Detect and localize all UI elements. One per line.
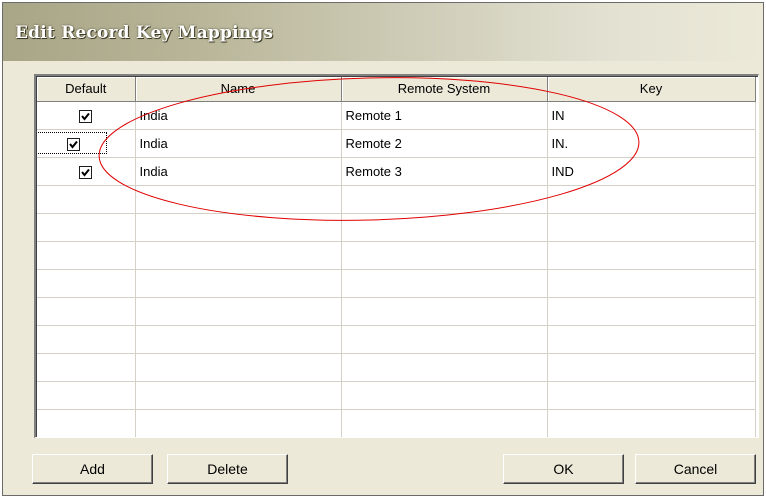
default-cell[interactable] (37, 241, 136, 270)
column-header-key[interactable]: Key (547, 77, 756, 102)
checkmark-icon (81, 112, 91, 121)
remote-system-cell[interactable] (341, 381, 548, 410)
column-header-remote-system[interactable]: Remote System (341, 77, 548, 102)
remote-system-cell[interactable]: Remote 3 (341, 157, 548, 186)
default-cell[interactable] (37, 353, 136, 382)
default-cell[interactable] (37, 269, 136, 298)
remote-system-cell[interactable]: Remote 2 (341, 129, 548, 158)
key-cell[interactable] (547, 325, 756, 354)
default-cell[interactable] (37, 157, 136, 186)
table-row[interactable]: India Remote 2 IN. (37, 129, 756, 158)
empty-table-row[interactable] (37, 353, 756, 382)
key-cell[interactable] (547, 213, 756, 242)
default-checkbox[interactable] (79, 165, 93, 179)
remote-system-cell[interactable] (341, 241, 548, 270)
remote-system-cell[interactable] (341, 409, 548, 437)
empty-table-row[interactable] (37, 269, 756, 298)
default-cell[interactable] (37, 297, 136, 326)
remote-system-cell[interactable] (341, 185, 548, 214)
empty-table-row[interactable] (37, 213, 756, 242)
name-cell[interactable] (135, 325, 342, 354)
default-cell[interactable] (37, 325, 136, 354)
empty-table-row[interactable] (37, 241, 756, 270)
cancel-button[interactable]: Cancel (635, 454, 756, 484)
name-cell[interactable] (135, 353, 342, 382)
remote-system-cell[interactable]: Remote 1 (341, 101, 548, 130)
remote-system-cell[interactable] (341, 297, 548, 326)
name-cell[interactable] (135, 297, 342, 326)
default-cell[interactable] (37, 381, 136, 410)
name-cell[interactable] (135, 185, 342, 214)
column-header-default[interactable]: Default (37, 77, 136, 102)
name-cell[interactable] (135, 269, 342, 298)
key-cell[interactable] (547, 353, 756, 382)
column-header-name[interactable]: Name (135, 77, 342, 102)
empty-table-row[interactable] (37, 381, 756, 410)
key-cell[interactable] (547, 269, 756, 298)
key-cell[interactable]: IND (547, 157, 756, 186)
checkmark-icon (81, 168, 91, 177)
name-cell[interactable] (135, 409, 342, 437)
empty-table-row[interactable] (37, 185, 756, 214)
delete-button[interactable]: Delete (167, 454, 288, 484)
title-bar: Edit Record Key Mappings (3, 3, 763, 61)
empty-table-row[interactable] (37, 325, 756, 354)
name-cell[interactable]: India (135, 157, 342, 186)
remote-system-cell[interactable] (341, 353, 548, 382)
mappings-table: Default Name Remote System Key India Remo… (37, 77, 756, 437)
table-row[interactable]: India Remote 3 IND (37, 157, 756, 186)
add-button[interactable]: Add (32, 454, 153, 484)
empty-table-row[interactable] (37, 297, 756, 326)
mappings-grid[interactable]: Default Name Remote System Key India Remo… (34, 74, 759, 438)
name-cell[interactable]: India (135, 129, 342, 158)
default-cell[interactable] (37, 101, 136, 130)
key-cell[interactable] (547, 185, 756, 214)
edit-record-key-mappings-dialog: Edit Record Key Mappings Default Name Re… (2, 2, 764, 496)
default-cell[interactable] (37, 185, 136, 214)
default-checkbox[interactable] (79, 109, 93, 123)
key-cell[interactable] (547, 409, 756, 437)
dialog-title: Edit Record Key Mappings (15, 23, 274, 43)
default-cell[interactable] (37, 213, 136, 242)
key-cell[interactable] (547, 297, 756, 326)
default-checkbox[interactable] (67, 137, 81, 151)
key-cell[interactable]: IN. (547, 129, 756, 158)
name-cell[interactable] (135, 241, 342, 270)
key-cell[interactable]: IN (547, 101, 756, 130)
remote-system-cell[interactable] (341, 213, 548, 242)
remote-system-cell[interactable] (341, 269, 548, 298)
remote-system-cell[interactable] (341, 325, 548, 354)
ok-button[interactable]: OK (503, 454, 624, 484)
table-row[interactable]: India Remote 1 IN (37, 101, 756, 130)
header-row: Default Name Remote System Key (37, 77, 756, 102)
key-cell[interactable] (547, 381, 756, 410)
name-cell[interactable]: India (135, 101, 342, 130)
checkmark-icon (69, 140, 79, 149)
default-cell[interactable] (37, 409, 136, 437)
key-cell[interactable] (547, 241, 756, 270)
name-cell[interactable] (135, 213, 342, 242)
empty-table-row[interactable] (37, 409, 756, 437)
name-cell[interactable] (135, 381, 342, 410)
default-cell[interactable] (37, 129, 136, 158)
